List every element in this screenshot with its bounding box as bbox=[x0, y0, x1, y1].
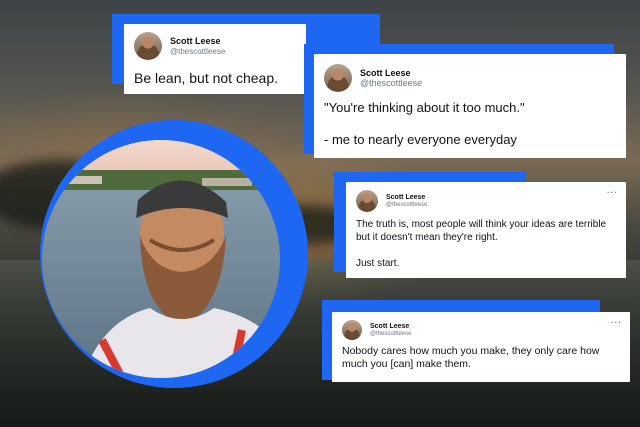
avatar[interactable] bbox=[356, 190, 378, 212]
tweet-header: Scott Leese @thescottleese bbox=[356, 190, 616, 212]
author-handle[interactable]: @thescottleese bbox=[360, 78, 422, 88]
more-options-icon[interactable]: ··· bbox=[611, 318, 622, 327]
avatar[interactable] bbox=[342, 320, 362, 340]
tweet-text: The truth is, most people will think you… bbox=[356, 219, 607, 269]
author-name[interactable]: Scott Leese bbox=[370, 323, 411, 331]
author-name[interactable]: Scott Leese bbox=[386, 194, 427, 202]
tweet-card-3[interactable]: Scott Leese @thescottleese ··· The truth… bbox=[346, 182, 626, 278]
tweet-card-1[interactable]: Scott Leese @thescottleese Be lean, but … bbox=[124, 24, 306, 94]
author-name[interactable]: Scott Leese bbox=[170, 36, 225, 46]
man-selfie-illustration bbox=[42, 140, 280, 378]
more-options-icon[interactable]: ··· bbox=[607, 188, 618, 197]
author-handle[interactable]: @thescottleese bbox=[370, 331, 411, 338]
avatar[interactable] bbox=[134, 32, 162, 60]
tweet-text: "You're thinking about it too much." - m… bbox=[324, 100, 525, 147]
tweet-header: Scott Leese @thescottleese bbox=[342, 320, 620, 340]
tweet-card-2[interactable]: Scott Leese @thescottleese "You're think… bbox=[314, 54, 626, 158]
author-handle[interactable]: @thescottleese bbox=[170, 47, 225, 56]
profile-photo bbox=[42, 140, 280, 378]
tweet-header: Scott Leese @thescottleese bbox=[324, 64, 616, 92]
tweet-header: Scott Leese @thescottleese bbox=[134, 32, 296, 60]
author-name[interactable]: Scott Leese bbox=[360, 68, 422, 78]
author-handle[interactable]: @thescottleese bbox=[386, 202, 427, 209]
avatar[interactable] bbox=[324, 64, 352, 92]
tweet-card-4[interactable]: Scott Leese @thescottleese ··· Nobody ca… bbox=[332, 312, 630, 382]
tweet-text: Nobody cares how much you make, they onl… bbox=[342, 345, 600, 370]
tweet-text: Be lean, but not cheap. bbox=[134, 70, 278, 86]
